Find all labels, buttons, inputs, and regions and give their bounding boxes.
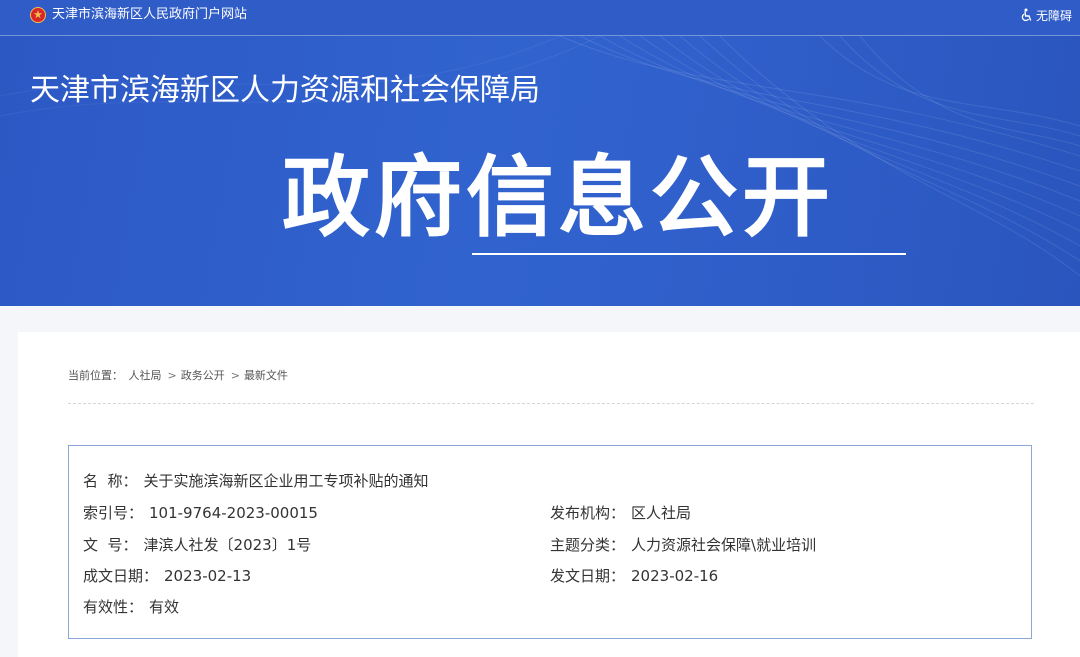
breadcrumb-item-hrss[interactable]: 人社局: [129, 369, 162, 382]
national-emblem-icon: [30, 7, 46, 23]
breadcrumb: 当前位置： 人社局 > 政务公开 > 最新文件: [68, 368, 290, 384]
doc-index-row: 索引号： 101-9764-2023-00015: [83, 503, 318, 523]
page-headline: 政府信息公开: [282, 146, 835, 249]
doc-validity-value: 有效: [149, 598, 180, 616]
document-info-box: 名 称： 关于实施滨海新区企业用工专项补贴的通知 索引号： 101-9764-202…: [68, 445, 1032, 639]
doc-issuer-label: 发布机构：: [550, 504, 626, 522]
doc-topic-value: 人力资源社会保障\就业培训: [631, 536, 817, 554]
doc-number-row: 文 号： 津滨人社发〔2023〕1号: [83, 535, 311, 555]
breadcrumb-item-latest-files[interactable]: 最新文件: [244, 369, 288, 382]
doc-name-label: 名 称：: [83, 472, 138, 490]
accessibility-label: 无障碍: [1035, 8, 1072, 23]
doc-number-value: 津滨人社发〔2023〕1号: [143, 536, 312, 554]
doc-index-label: 索引号：: [83, 504, 144, 522]
dashed-divider: [68, 403, 1034, 404]
doc-name-value: 关于实施滨海新区企业用工专项补贴的通知: [143, 472, 429, 490]
doc-written-date-value: 2023-02-13: [164, 567, 252, 585]
breadcrumb-separator: >: [167, 369, 177, 382]
breadcrumb-separator: >: [230, 369, 240, 382]
doc-published-date-value: 2023-02-16: [631, 567, 719, 585]
department-title: 天津市滨海新区人力资源和社会保障局: [30, 73, 540, 108]
doc-number-label: 文 号：: [83, 536, 138, 554]
doc-issuer-row: 发布机构： 区人社局: [550, 503, 691, 523]
doc-topic-row: 主题分类： 人力资源社会保障\就业培训: [550, 535, 816, 555]
doc-name-row: 名 称： 关于实施滨海新区企业用工专项补贴的通知: [83, 471, 429, 491]
wheelchair-icon: [1021, 8, 1032, 22]
content-card: 当前位置： 人社局 > 政务公开 > 最新文件 名 称： 关于实施滨海新区企业用工专项补贴…: [18, 332, 1080, 657]
headline-underline: [472, 253, 906, 255]
doc-validity-label: 有效性：: [83, 598, 144, 616]
doc-written-date-row: 成文日期： 2023-02-13: [83, 566, 251, 586]
doc-written-date-label: 成文日期：: [83, 567, 159, 585]
header-banner: 天津市滨海新区人力资源和社会保障局 政府信息公开: [0, 36, 1080, 306]
doc-index-value: 101-9764-2023-00015: [149, 504, 318, 522]
breadcrumb-item-gov-affairs[interactable]: 政务公开: [181, 369, 225, 382]
accessibility-button[interactable]: 无障碍: [1019, 7, 1072, 23]
doc-validity-row: 有效性： 有效: [83, 597, 179, 617]
doc-issuer-value: 区人社局: [631, 504, 692, 522]
doc-published-date-label: 发文日期：: [550, 567, 626, 585]
doc-topic-label: 主题分类：: [550, 536, 626, 554]
top-bar: 天津市滨海新区人民政府门户网站 无障碍: [0, 0, 1080, 36]
portal-site-link[interactable]: 天津市滨海新区人民政府门户网站: [52, 7, 247, 23]
breadcrumb-label: 当前位置：: [68, 369, 123, 382]
doc-published-date-row: 发文日期： 2023-02-16: [550, 566, 718, 586]
